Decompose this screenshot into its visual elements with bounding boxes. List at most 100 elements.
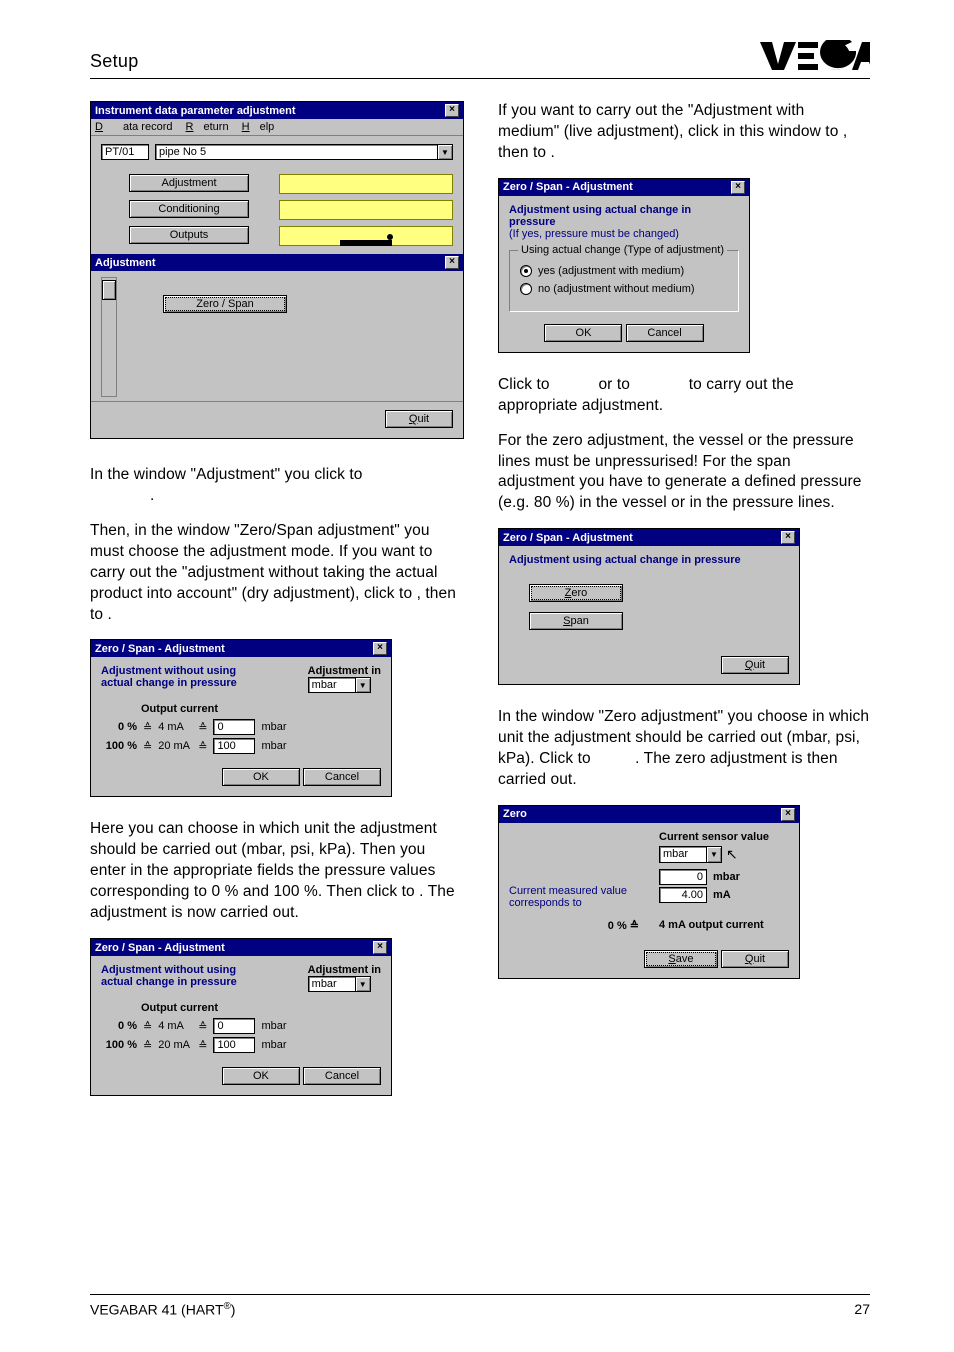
tag-field[interactable]: PT/01 — [101, 144, 149, 160]
indicator-3 — [279, 226, 453, 246]
window-title: Zero / Span - Adjustment — [95, 942, 225, 954]
page-section-title: Setup — [90, 51, 139, 72]
label: 0 % ≙ — [509, 919, 639, 932]
span-button[interactable]: Span — [529, 612, 623, 630]
cancel-button[interactable]: Cancel — [626, 324, 704, 342]
dialog-subheading: (If yes, pressure must be changed) — [509, 228, 739, 240]
ma-value: 4.00 — [659, 887, 707, 903]
zero-window: Zero × Current measured value correspond… — [498, 805, 800, 979]
label: mbar — [261, 1039, 286, 1051]
chevron-down-icon[interactable]: ▼ — [356, 976, 371, 992]
cursor-icon: ↖ — [726, 846, 738, 863]
radio-yes[interactable] — [520, 265, 532, 277]
label: Adjustment in — [308, 964, 381, 976]
label: 4 mA — [158, 1020, 192, 1032]
value-100-input[interactable]: 100 — [213, 1037, 255, 1053]
footer-page-number: 27 — [854, 1301, 870, 1318]
equiv-icon: ≙ — [143, 740, 152, 753]
adjustment-button[interactable]: Adjustment — [129, 174, 249, 192]
window-title: Zero — [503, 808, 527, 820]
instrument-window: Instrument data parameter adjustment × D… — [90, 101, 464, 439]
label: mbar — [261, 721, 286, 733]
close-icon[interactable]: × — [445, 256, 459, 269]
equiv-icon: ≙ — [198, 740, 207, 753]
body-text: Here you can choose in which unit the ad… — [90, 819, 462, 924]
close-icon[interactable]: × — [781, 808, 795, 821]
equiv-icon: ≙ — [143, 721, 152, 734]
chevron-down-icon[interactable]: ▼ — [707, 846, 722, 863]
label: Output current — [141, 1002, 381, 1014]
label: mbar — [261, 1020, 286, 1032]
close-icon[interactable]: × — [781, 531, 795, 544]
label: 100 % — [101, 1039, 137, 1051]
dialog-heading: Adjustment without using actual change i… — [101, 964, 251, 988]
equiv-icon: ≙ — [198, 1039, 207, 1052]
label: 0 % — [101, 721, 137, 733]
tag-desc-field[interactable]: pipe No 5 — [155, 144, 438, 160]
body-text: If you want to carry out the "Adjustment… — [498, 101, 870, 164]
label: Adjustment in — [308, 665, 381, 677]
label: 4 mA output current — [659, 919, 789, 932]
equiv-icon: ≙ — [143, 1039, 152, 1052]
value-100-input[interactable]: 100 — [213, 738, 255, 754]
equiv-icon: ≙ — [198, 1020, 207, 1033]
quit-button[interactable]: Quit — [385, 410, 453, 428]
equiv-icon: ≙ — [143, 1020, 152, 1033]
group-legend: Using actual change (Type of adjustment) — [518, 244, 727, 256]
label: 0 % — [101, 1020, 137, 1032]
quit-button[interactable]: Quit — [721, 656, 789, 674]
menu-data-record[interactable]: Data record — [95, 121, 172, 133]
menu-return[interactable]: Return — [186, 121, 229, 133]
label: mbar — [713, 871, 740, 883]
value-0-input[interactable]: 0 — [213, 1018, 255, 1034]
radio-no[interactable] — [520, 283, 532, 295]
label: 20 mA — [158, 740, 192, 752]
body-text: Click to or to to carry out the appropri… — [498, 375, 870, 417]
window-title: Zero / Span - Adjustment — [503, 181, 633, 193]
outputs-button[interactable]: Outputs — [129, 226, 249, 244]
vega-logo — [760, 40, 870, 72]
menu-help[interactable]: Help — [242, 121, 275, 133]
zero-span-window: Zero / Span - Adjustment × Adjustment wi… — [90, 639, 392, 797]
close-icon[interactable]: × — [373, 642, 387, 655]
close-icon[interactable]: × — [731, 181, 745, 194]
dialog-heading: Adjustment using actual change in pressu… — [509, 204, 739, 228]
label: Output current — [141, 703, 381, 715]
window-title: Zero / Span - Adjustment — [503, 532, 633, 544]
close-icon[interactable]: × — [373, 941, 387, 954]
footer-product: VEGABAR 41 (HART®) — [90, 1301, 235, 1318]
cancel-button[interactable]: Cancel — [303, 1067, 381, 1085]
quit-button[interactable]: Quit — [721, 950, 789, 968]
unit-select[interactable]: mbar — [308, 976, 356, 992]
value-0-input[interactable]: 0 — [213, 719, 255, 735]
zero-span-window: Zero / Span - Adjustment × Adjustment wi… — [90, 938, 392, 1096]
radio-no-label: no (adjustment without medium) — [538, 283, 695, 295]
vertical-slider[interactable] — [101, 277, 117, 397]
zero-button[interactable]: Zero — [529, 584, 623, 602]
chevron-down-icon[interactable]: ▼ — [356, 677, 371, 693]
save-button[interactable]: Save — [644, 950, 718, 968]
cancel-button[interactable]: Cancel — [303, 768, 381, 786]
dialog-heading: Adjustment using actual change in pressu… — [509, 554, 789, 566]
close-icon[interactable]: × — [445, 104, 459, 117]
body-text: In the window "Zero adjustment" you choo… — [498, 707, 870, 791]
unit-select[interactable]: mbar — [308, 677, 356, 693]
label: mA — [713, 889, 731, 901]
ok-button[interactable]: OK — [544, 324, 622, 342]
ok-button[interactable]: OK — [222, 1067, 300, 1085]
chevron-down-icon[interactable]: ▼ — [438, 144, 453, 160]
window-title: Zero / Span - Adjustment — [95, 643, 225, 655]
label: 20 mA — [158, 1039, 192, 1051]
label: Current measured value corresponds to — [509, 885, 645, 909]
indicator-2 — [279, 200, 453, 220]
label: mbar — [261, 740, 286, 752]
window-title: Instrument data parameter adjustment — [95, 105, 296, 117]
unit-select[interactable]: mbar — [659, 846, 707, 863]
zero-span-button[interactable]: Zero / Span — [163, 295, 287, 313]
conditioning-button[interactable]: Conditioning — [129, 200, 249, 218]
ok-button[interactable]: OK — [222, 768, 300, 786]
label: 100 % — [101, 740, 137, 752]
label: 4 mA — [158, 721, 192, 733]
menubar: Data record Return Help — [91, 119, 463, 136]
mbar-value: 0 — [659, 869, 707, 885]
